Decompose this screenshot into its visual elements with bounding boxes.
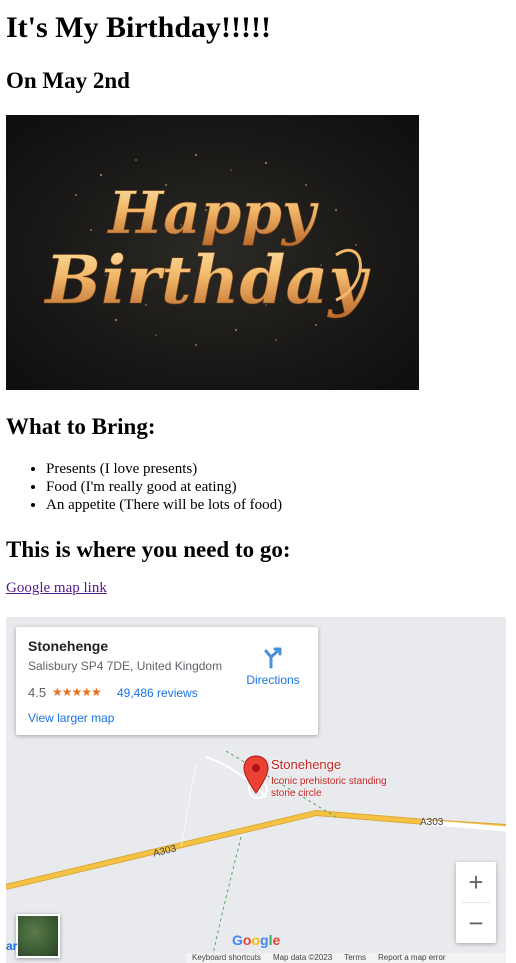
directions-heading: This is where you need to go: bbox=[6, 537, 291, 562]
page: It's My Birthday!!!!! On May 2nd Happy B… bbox=[0, 0, 516, 963]
list-item: Food (I'm really good at eating) bbox=[46, 478, 282, 496]
logo-letter: e bbox=[272, 932, 281, 948]
location-pin-icon[interactable] bbox=[243, 755, 269, 795]
zoom-in-button[interactable]: + bbox=[456, 862, 496, 902]
date-heading: On May 2nd bbox=[6, 68, 130, 93]
page-title: It's My Birthday!!!!! bbox=[6, 11, 271, 44]
map-data-text: Map data ©2023 bbox=[272, 953, 333, 962]
place-info-card: Stonehenge Salisbury SP4 7DE, United Kin… bbox=[16, 627, 318, 735]
logo-letter: G bbox=[232, 932, 243, 948]
zoom-out-button[interactable]: − bbox=[456, 903, 496, 943]
rating-value: 4.5 bbox=[28, 685, 47, 700]
map-attribution-text: ar bbox=[6, 939, 18, 953]
path-west bbox=[180, 762, 197, 848]
keyboard-shortcuts-link[interactable]: Keyboard shortcuts bbox=[192, 953, 261, 962]
pin-place-description: Iconic prehistoric standing stone circle bbox=[271, 776, 387, 799]
bring-heading: What to Bring: bbox=[6, 414, 156, 439]
pin-place-name[interactable]: Stonehenge bbox=[271, 757, 341, 772]
map-footer: Keyboard shortcuts Map data ©2023 Terms Rep… bbox=[186, 953, 506, 963]
logo-letter: g bbox=[260, 932, 269, 948]
view-larger-map-link[interactable]: View larger map bbox=[28, 711, 114, 725]
zoom-controls: + − bbox=[456, 862, 496, 943]
banner-happy-text: Happy bbox=[106, 179, 319, 247]
place-title: Stonehenge bbox=[28, 638, 109, 654]
google-map-link[interactable]: Google map link bbox=[6, 580, 107, 597]
logo-letter: o bbox=[251, 932, 261, 948]
terms-link[interactable]: Terms bbox=[344, 953, 366, 962]
reviews-link[interactable]: 49,486 reviews bbox=[117, 686, 198, 700]
banner-birthday-text: Birthday bbox=[43, 241, 371, 319]
rating-stars: ★★★★★ bbox=[52, 685, 102, 699]
list-item: Presents (I love presents) bbox=[46, 460, 282, 478]
directions-button[interactable]: Directions bbox=[244, 673, 302, 687]
google-logo: Google bbox=[232, 932, 280, 948]
report-map-error-link[interactable]: Report a map error bbox=[378, 953, 446, 962]
road-label-a303-east: A303 bbox=[420, 817, 444, 828]
satellite-toggle-thumbnail[interactable] bbox=[16, 914, 60, 958]
birthday-banner-image: Happy Birthday bbox=[6, 115, 419, 390]
bring-list: Presents (I love presents) Food (I'm rea… bbox=[6, 460, 282, 514]
banner-art: Happy Birthday bbox=[43, 153, 372, 346]
list-item: An appetite (There will be lots of food) bbox=[46, 496, 282, 514]
embedded-map[interactable]: A303 A303 Stonehenge Salisbury SP4 7DE, … bbox=[6, 617, 506, 963]
place-address: Salisbury SP4 7DE, United Kingdom bbox=[28, 659, 223, 673]
